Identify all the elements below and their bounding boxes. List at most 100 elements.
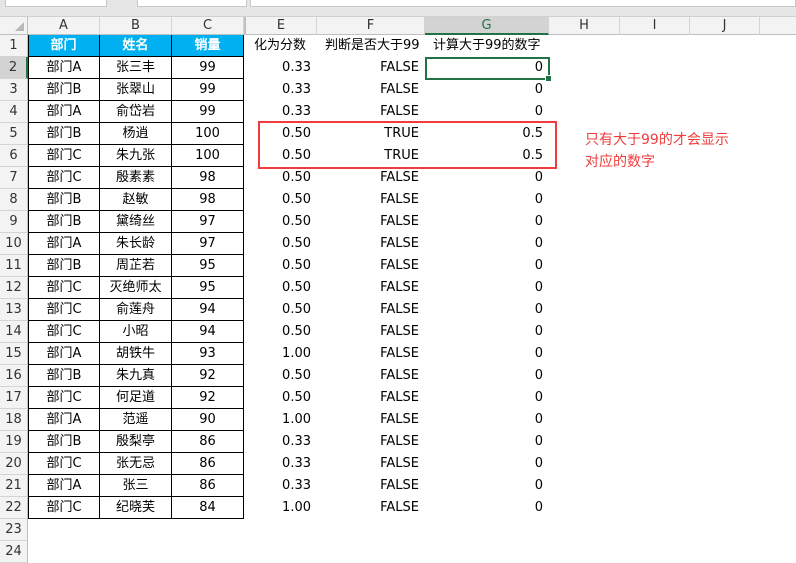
name-cell[interactable]: 灭绝师太 [100, 277, 172, 299]
sales-cell[interactable]: 92 [172, 387, 244, 409]
row-header-20[interactable]: 20 [0, 453, 28, 475]
judge-cell[interactable]: FALSE [317, 101, 425, 123]
calc-cell[interactable]: 0 [425, 409, 549, 431]
judge-cell[interactable]: FALSE [317, 409, 425, 431]
fraction-cell[interactable]: 0.33 [246, 57, 317, 79]
sales-cell[interactable]: 99 [172, 79, 244, 101]
judge-cell[interactable]: FALSE [317, 57, 425, 79]
dept-cell[interactable]: 部门A [28, 101, 100, 123]
name-cell[interactable]: 殷梨亭 [100, 431, 172, 453]
sales-cell[interactable]: 86 [172, 475, 244, 497]
name-cell[interactable]: 赵敏 [100, 189, 172, 211]
judge-cell[interactable]: FALSE [317, 321, 425, 343]
row-header-19[interactable]: 19 [0, 431, 28, 453]
name-cell[interactable]: 殷素素 [100, 167, 172, 189]
column-header-b[interactable]: B [100, 17, 172, 35]
dept-cell[interactable]: 部门C [28, 453, 100, 475]
calc-cell[interactable]: 0 [425, 277, 549, 299]
row-header-12[interactable]: 12 [0, 277, 28, 299]
formula-input[interactable] [250, 0, 796, 7]
judge-cell[interactable]: FALSE [317, 387, 425, 409]
judge-cell[interactable]: FALSE [317, 475, 425, 497]
dept-cell[interactable]: 部门A [28, 475, 100, 497]
column-header-c[interactable]: C [172, 17, 244, 35]
dept-cell[interactable]: 部门C [28, 387, 100, 409]
dept-cell[interactable]: 部门B [28, 431, 100, 453]
judge-cell[interactable]: FALSE [317, 211, 425, 233]
column-header-j[interactable]: J [690, 17, 760, 35]
calc-cell[interactable]: 0 [425, 255, 549, 277]
row-header-7[interactable]: 7 [0, 167, 28, 189]
dept-cell[interactable]: 部门B [28, 211, 100, 233]
row-header-17[interactable]: 17 [0, 387, 28, 409]
name-cell[interactable]: 黛绮丝 [100, 211, 172, 233]
calc-cell[interactable]: 0 [425, 79, 549, 101]
formula-controls[interactable] [137, 0, 247, 7]
header-fraction[interactable]: 化为分数 [254, 35, 306, 57]
dept-cell[interactable]: 部门A [28, 57, 100, 79]
row-header-15[interactable]: 15 [0, 343, 28, 365]
sales-cell[interactable]: 99 [172, 101, 244, 123]
sales-cell[interactable]: 86 [172, 431, 244, 453]
sales-cell[interactable]: 92 [172, 365, 244, 387]
row-header-5[interactable]: 5 [0, 123, 28, 145]
calc-cell[interactable]: 0 [425, 189, 549, 211]
row-header-14[interactable]: 14 [0, 321, 28, 343]
column-header-h[interactable]: H [549, 17, 620, 35]
name-cell[interactable]: 纪晓芙 [100, 497, 172, 519]
sales-cell[interactable]: 94 [172, 321, 244, 343]
row-header-24[interactable]: 24 [0, 541, 28, 563]
name-cell[interactable]: 张翠山 [100, 79, 172, 101]
row-header-9[interactable]: 9 [0, 211, 28, 233]
calc-cell[interactable]: 0 [425, 497, 549, 519]
name-cell[interactable]: 俞莲舟 [100, 299, 172, 321]
dept-cell[interactable]: 部门C [28, 299, 100, 321]
sales-cell[interactable]: 98 [172, 167, 244, 189]
sales-cell[interactable]: 94 [172, 299, 244, 321]
calc-cell[interactable]: 0 [425, 211, 549, 233]
column-header-f[interactable]: F [317, 17, 425, 35]
dept-cell[interactable]: 部门C [28, 145, 100, 167]
hidden-column-d-marker[interactable] [244, 17, 246, 35]
name-cell[interactable]: 周芷若 [100, 255, 172, 277]
row-header-10[interactable]: 10 [0, 233, 28, 255]
active-cell-g2[interactable] [425, 57, 552, 82]
fraction-cell[interactable]: 0.33 [246, 431, 317, 453]
select-all-button[interactable] [0, 17, 28, 35]
header-judge[interactable]: 判断是否大于99 [325, 35, 420, 57]
sales-cell[interactable]: 98 [172, 189, 244, 211]
row-header-4[interactable]: 4 [0, 101, 28, 123]
fraction-cell[interactable]: 0.50 [246, 277, 317, 299]
dept-cell[interactable]: 部门C [28, 321, 100, 343]
dept-cell[interactable]: 部门A [28, 233, 100, 255]
fraction-cell[interactable]: 0.50 [246, 167, 317, 189]
calc-cell[interactable]: 0 [425, 321, 549, 343]
row-header-13[interactable]: 13 [0, 299, 28, 321]
row-header-16[interactable]: 16 [0, 365, 28, 387]
fraction-cell[interactable]: 1.00 [246, 497, 317, 519]
header-sales[interactable]: 销量 [172, 35, 244, 57]
fraction-cell[interactable]: 0.33 [246, 453, 317, 475]
dept-cell[interactable]: 部门C [28, 497, 100, 519]
column-header-e[interactable]: E [246, 17, 317, 35]
column-header-i[interactable]: I [620, 17, 690, 35]
calc-cell[interactable]: 0 [425, 233, 549, 255]
fraction-cell[interactable]: 0.50 [246, 299, 317, 321]
name-cell[interactable]: 张三丰 [100, 57, 172, 79]
name-cell[interactable]: 杨逍 [100, 123, 172, 145]
row-header-3[interactable]: 3 [0, 79, 28, 101]
row-header-23[interactable]: 23 [0, 519, 28, 541]
judge-cell[interactable]: FALSE [317, 299, 425, 321]
row-header-21[interactable]: 21 [0, 475, 28, 497]
row-header-6[interactable]: 6 [0, 145, 28, 167]
calc-cell[interactable]: 0 [425, 101, 549, 123]
judge-cell[interactable]: FALSE [317, 255, 425, 277]
sales-cell[interactable]: 97 [172, 211, 244, 233]
calc-cell[interactable]: 0 [425, 475, 549, 497]
column-header-blank[interactable] [760, 17, 796, 35]
name-cell[interactable]: 范遥 [100, 409, 172, 431]
name-box[interactable] [5, 0, 107, 7]
calc-cell[interactable]: 0 [425, 167, 549, 189]
name-cell[interactable]: 胡铁牛 [100, 343, 172, 365]
sales-cell[interactable]: 99 [172, 57, 244, 79]
